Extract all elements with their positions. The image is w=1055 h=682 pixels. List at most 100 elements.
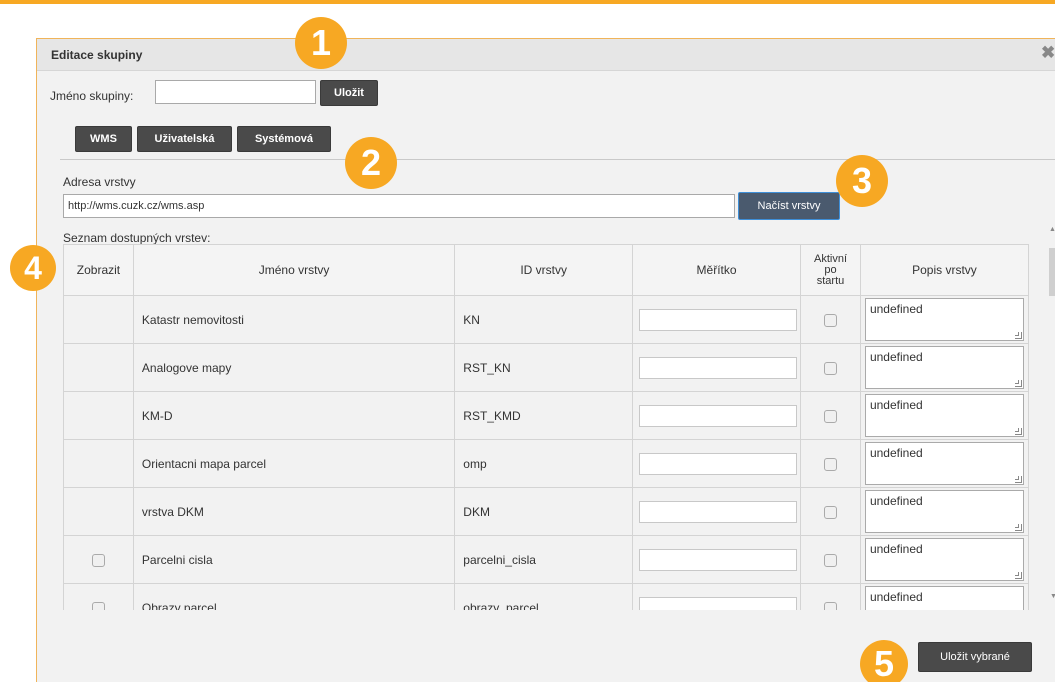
cell-scale <box>632 295 802 344</box>
active-checkbox[interactable] <box>823 361 837 375</box>
scrollbar-thumb[interactable] <box>1049 248 1055 296</box>
scale-input[interactable] <box>639 596 798 610</box>
cell-description: undefined <box>859 487 1029 536</box>
cell-layer-name: Orientacni mapa parcel <box>132 439 456 488</box>
scale-input[interactable] <box>639 500 798 523</box>
table-row: KM-D RST_KMD undefined <box>63 391 1029 440</box>
cell-layer-id: RST_KMD <box>454 391 634 440</box>
cell-description: undefined <box>859 439 1029 488</box>
group-name-input[interactable] <box>155 80 316 104</box>
cell-scale <box>632 439 802 488</box>
scale-input[interactable] <box>639 548 798 571</box>
layer-address-label: Adresa vrstvy <box>63 175 136 189</box>
cell-active <box>800 343 861 392</box>
save-button[interactable]: Uložit <box>320 80 378 106</box>
cell-show <box>63 295 134 344</box>
description-textarea[interactable]: undefined <box>864 538 1024 581</box>
cell-layer-id: omp <box>454 439 634 488</box>
description-text: undefined <box>869 446 923 460</box>
scale-input[interactable] <box>639 404 798 427</box>
description-textarea[interactable]: undefined <box>864 490 1024 533</box>
cell-layer-name: KM-D <box>132 391 456 440</box>
cell-show <box>63 487 134 536</box>
layer-table-viewport[interactable]: Zobrazit Jméno vrstvy ID vrstvy Měřítko … <box>63 244 1029 610</box>
cell-layer-id: obrazy_parcel <box>454 583 634 610</box>
column-header-layer-id: ID vrstvy <box>454 244 634 296</box>
cell-description: undefined <box>859 343 1029 392</box>
cell-scale <box>632 583 802 610</box>
cell-show <box>63 439 134 488</box>
cell-show <box>63 583 134 610</box>
scale-input[interactable] <box>639 452 798 475</box>
description-textarea[interactable]: undefined <box>864 442 1024 485</box>
cell-layer-id: RST_KN <box>454 343 634 392</box>
layer-address-input[interactable] <box>63 194 735 218</box>
cell-description: undefined <box>859 295 1029 344</box>
table-row: Katastr nemovitosti KN undefined <box>63 295 1029 344</box>
column-header-show: Zobrazit <box>63 244 134 296</box>
resize-grip-icon[interactable] <box>1014 428 1022 435</box>
load-layers-button[interactable]: Načíst vrstvy <box>738 192 840 220</box>
cell-scale <box>632 487 802 536</box>
active-checkbox[interactable] <box>823 409 837 423</box>
scale-input[interactable] <box>639 356 798 379</box>
cell-scale <box>632 535 802 584</box>
cell-layer-name: vrstva DKM <box>132 487 456 536</box>
table-row: Obrazy parcel obrazy_parcel undefined <box>63 583 1029 610</box>
dialog-header: Editace skupiny ✖ <box>37 39 1055 71</box>
description-text: undefined <box>869 590 923 604</box>
layer-list-label: Seznam dostupných vrstev: <box>63 231 211 245</box>
cell-active <box>800 391 861 440</box>
cell-layer-id: KN <box>454 295 634 344</box>
scroll-down-icon[interactable]: ▼ <box>1050 593 1055 600</box>
scroll-up-icon[interactable]: ▲ <box>1049 226 1055 236</box>
description-textarea[interactable]: undefined <box>864 586 1024 610</box>
description-text: undefined <box>869 398 923 412</box>
cell-show <box>63 343 134 392</box>
section-divider <box>60 159 1055 160</box>
resize-grip-icon[interactable] <box>1014 332 1022 339</box>
header-active-line-3: startu <box>816 274 845 287</box>
cell-active <box>800 295 861 344</box>
table-header-row: Zobrazit Jméno vrstvy ID vrstvy Měřítko … <box>63 244 1029 296</box>
group-name-label: Jméno skupiny: <box>50 89 134 103</box>
column-header-description: Popis vrstvy <box>859 244 1029 296</box>
scale-input[interactable] <box>639 308 798 331</box>
save-selected-button[interactable]: Uložit vybrané <box>918 642 1032 672</box>
resize-grip-icon[interactable] <box>1014 380 1022 387</box>
cell-description: undefined <box>859 391 1029 440</box>
tab-user[interactable]: Uživatelská <box>137 126 232 152</box>
cell-show <box>63 535 134 584</box>
cell-layer-id: parcelni_cisla <box>454 535 634 584</box>
active-checkbox[interactable] <box>823 457 837 471</box>
active-checkbox[interactable] <box>823 553 837 567</box>
resize-grip-icon[interactable] <box>1014 572 1022 579</box>
description-text: undefined <box>869 494 923 508</box>
description-textarea[interactable]: undefined <box>864 346 1024 389</box>
cell-scale <box>632 391 802 440</box>
tab-system[interactable]: Systémová <box>237 126 331 152</box>
description-text: undefined <box>869 350 923 364</box>
cell-layer-name: Analogove mapy <box>132 343 456 392</box>
resize-grip-icon[interactable] <box>1014 524 1022 531</box>
cell-layer-id: DKM <box>454 487 634 536</box>
dialog-title: Editace skupiny <box>51 48 143 62</box>
column-header-active-on-start: Aktivní po startu <box>800 244 861 296</box>
layer-table: Zobrazit Jméno vrstvy ID vrstvy Měřítko … <box>63 244 1029 610</box>
active-checkbox[interactable] <box>823 505 837 519</box>
resize-grip-icon[interactable] <box>1014 476 1022 483</box>
active-checkbox[interactable] <box>823 601 837 610</box>
cell-layer-name: Parcelni cisla <box>132 535 456 584</box>
active-checkbox[interactable] <box>823 313 837 327</box>
description-text: undefined <box>869 542 923 556</box>
callout-marker-1: 1 <box>295 17 347 69</box>
show-checkbox[interactable] <box>91 601 105 610</box>
show-checkbox[interactable] <box>91 553 105 567</box>
description-textarea[interactable]: undefined <box>864 394 1024 437</box>
tab-wms[interactable]: WMS <box>75 126 132 152</box>
cell-layer-name: Katastr nemovitosti <box>132 295 456 344</box>
description-textarea[interactable]: undefined <box>864 298 1024 341</box>
cell-active <box>800 583 861 610</box>
table-row: Parcelni cisla parcelni_cisla undefined <box>63 535 1029 584</box>
close-icon[interactable]: ✖ <box>1041 44 1055 62</box>
